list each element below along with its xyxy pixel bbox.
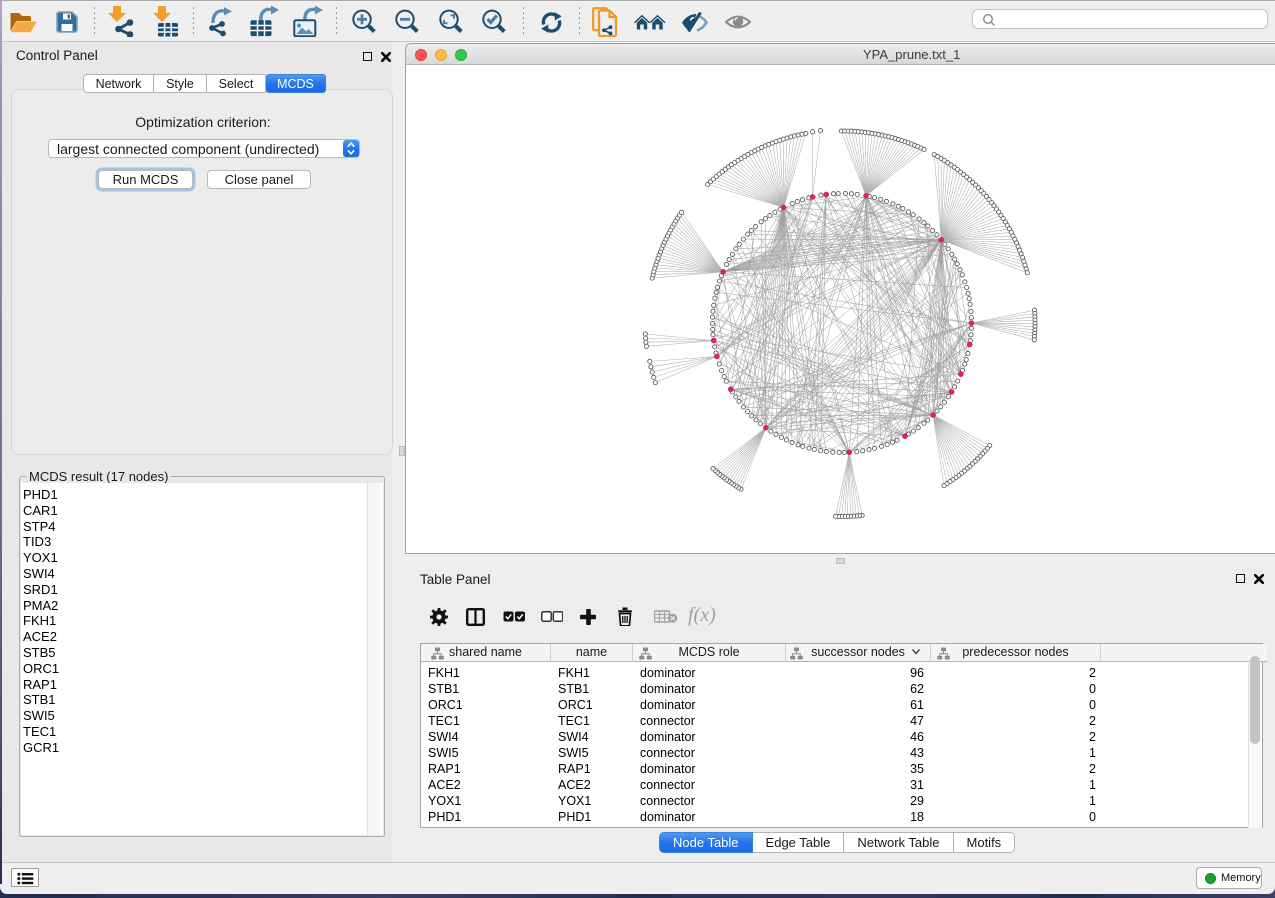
svg-text:f(x): f(x) [688, 604, 716, 626]
